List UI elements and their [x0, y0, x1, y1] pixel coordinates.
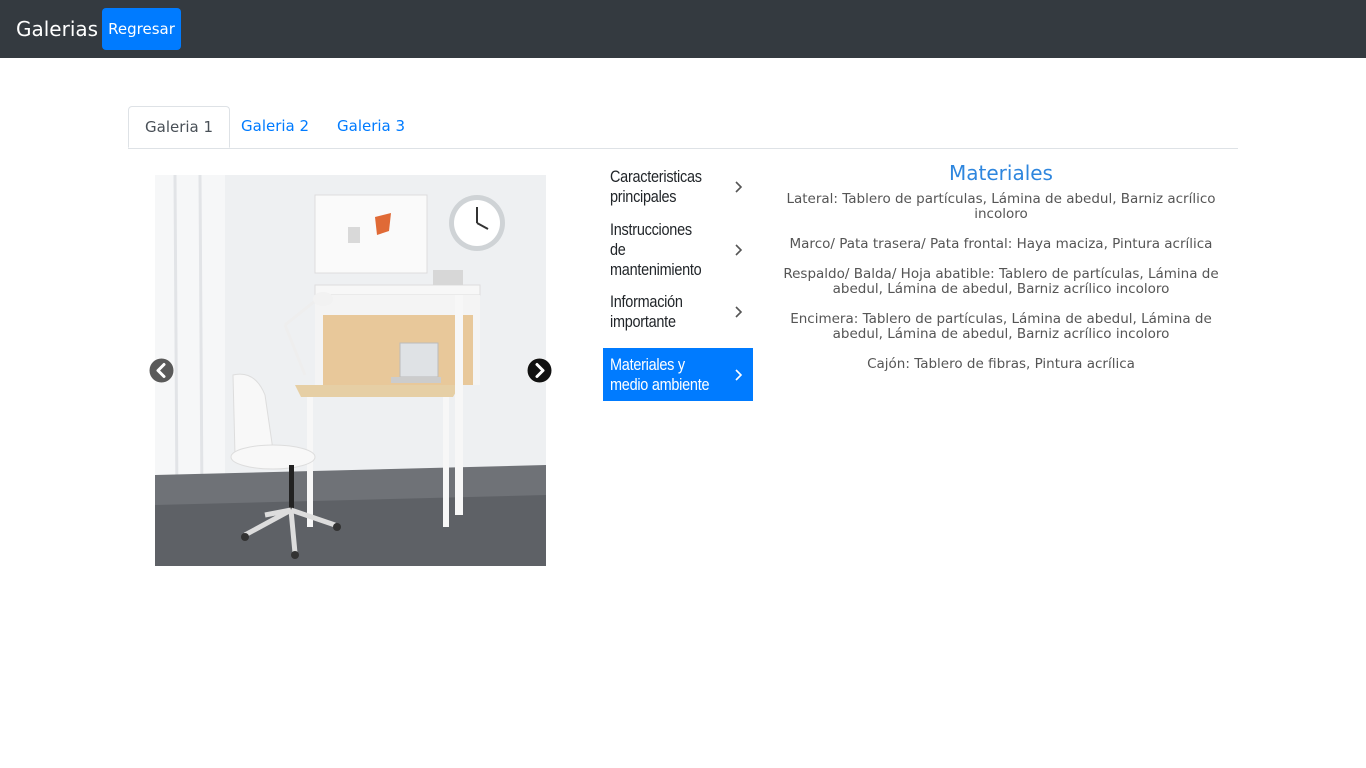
- chevron-right-icon: [735, 305, 743, 318]
- materials-panel: Materiales Lateral: Tablero de partícula…: [763, 160, 1239, 372]
- gallery-tabs: Galeria 1 Galeria 2 Galeria 3: [128, 106, 1238, 149]
- material-paragraph: Encimera: Tablero de partículas, Lámina …: [790, 311, 1212, 342]
- material-paragraph: Marco/ Pata trasera/ Pata frontal: Haya …: [789, 236, 1213, 252]
- chevron-right-icon: [527, 358, 552, 383]
- menu-item-caracteristicas[interactable]: Caracteristicas principales: [603, 160, 753, 213]
- tab-galeria-1[interactable]: Galeria 1: [128, 106, 231, 148]
- back-button[interactable]: Regresar: [102, 8, 181, 50]
- chevron-right-icon: [735, 180, 743, 193]
- product-carousel: [155, 175, 546, 566]
- chevron-left-icon: [149, 358, 174, 383]
- panel-title: Materiales: [949, 161, 1053, 185]
- menu-item-materiales[interactable]: Materiales y medio ambiente: [603, 348, 753, 401]
- material-paragraph: Lateral: Tablero de partículas, Lámina d…: [786, 191, 1216, 222]
- material-paragraph: Respaldo/ Balda/ Hoja abatible: Tablero …: [783, 266, 1219, 297]
- menu-item-label: Instrucciones de mantenimiento: [610, 219, 702, 279]
- menu-item-label: Información importante: [610, 291, 683, 331]
- menu-item-informacion[interactable]: Información importante: [603, 285, 753, 338]
- menu-item-label: Caracteristicas principales: [610, 166, 702, 206]
- carousel-prev-button[interactable]: [149, 358, 174, 383]
- brand-title[interactable]: Galerias: [16, 17, 98, 41]
- tab-galeria-3[interactable]: Galeria 3: [321, 106, 421, 147]
- product-image: [155, 175, 546, 566]
- menu-item-label: Materiales y medio ambiente: [610, 354, 710, 394]
- chevron-right-icon: [735, 368, 743, 381]
- chevron-right-icon: [735, 243, 743, 256]
- tab-galeria-2[interactable]: Galeria 2: [225, 106, 325, 147]
- material-paragraph: Cajón: Tablero de fibras, Pintura acríli…: [867, 356, 1135, 372]
- menu-item-instrucciones[interactable]: Instrucciones de mantenimiento: [603, 220, 753, 279]
- navbar: Galerias Regresar: [0, 0, 1366, 58]
- carousel-next-button[interactable]: [527, 358, 552, 383]
